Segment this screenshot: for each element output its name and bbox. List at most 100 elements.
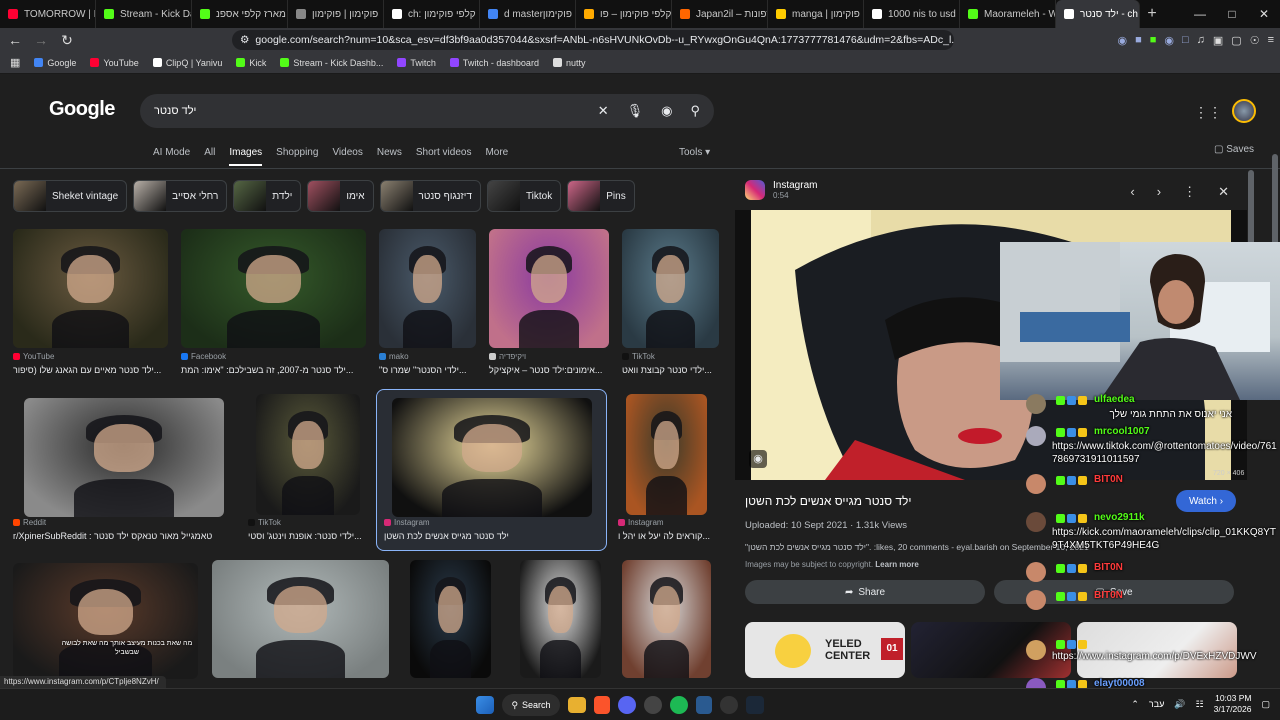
preview-title[interactable]: ילד סנטר מגייס אנשים לכת השטן — [745, 494, 912, 508]
chat-username[interactable]: ulfaedea — [1094, 394, 1135, 405]
new-tab-button[interactable]: + — [1140, 5, 1164, 23]
browser-tab[interactable]: TOMORROW | In — [0, 0, 96, 28]
maximize-icon[interactable]: □ — [1216, 7, 1248, 21]
bookmark-item[interactable]: Twitch — [397, 58, 436, 68]
browser-tab[interactable]: manga | פוקימון — [768, 0, 864, 28]
saves-button[interactable]: ▢ Saves — [1214, 144, 1254, 155]
related-thumb-pop[interactable]: YELED CENTER 01 — [745, 622, 905, 678]
browser-tab[interactable]: קלפי פוקימון – פו — [576, 0, 672, 28]
related-thumb[interactable] — [911, 622, 1071, 678]
google-apps-icon[interactable]: ⋮⋮ — [1194, 104, 1222, 121]
result-caption[interactable]: Instagram קוראים לה יעל או יהל ו... — [618, 518, 723, 541]
filter-tab[interactable]: All — [204, 147, 215, 166]
filter-tab[interactable]: More — [485, 147, 508, 166]
filter-tab[interactable]: Videos — [332, 147, 362, 166]
sidebar-icon[interactable]: ▣ — [1213, 34, 1223, 47]
image-result[interactable] — [410, 560, 491, 678]
app-icon[interactable] — [644, 696, 662, 714]
search-box[interactable]: ילד סנטר ✕ 🎙 ◉ ⚲ — [140, 94, 714, 128]
minimize-icon[interactable]: — — [1184, 7, 1216, 21]
refinement-chip[interactable]: דיזנגוף סנטר — [379, 180, 481, 212]
share-button[interactable]: ➦ Share — [745, 580, 985, 604]
bookmark-item[interactable]: Google — [34, 58, 76, 68]
refinement-chip[interactable]: רחלי אסייב — [133, 180, 228, 212]
refinement-chip[interactable]: Pins — [567, 180, 635, 212]
result-caption[interactable]: TikTok ילדי סנטר: אופנת וינטג' וסטי... — [248, 518, 368, 541]
prev-icon[interactable]: ‹ — [1130, 184, 1134, 200]
address-bar[interactable]: ⚙ google.com/search?num=10&sca_esv=df3bf… — [232, 30, 954, 50]
chat-username[interactable]: nevo2911k — [1094, 512, 1145, 523]
search-query[interactable]: ילד סנטר — [154, 105, 196, 117]
filter-tab[interactable]: AI Mode — [153, 147, 190, 166]
browser-tab[interactable]: Stream - Kick Da — [96, 0, 192, 28]
obs-icon[interactable] — [720, 696, 738, 714]
lens-search-icon[interactable]: ◉ — [749, 450, 767, 468]
google-logo[interactable]: Google — [49, 98, 115, 121]
network-icon[interactable]: ☷ — [1196, 699, 1204, 710]
image-result[interactable] — [181, 229, 366, 348]
image-result[interactable] — [520, 560, 601, 678]
music-icon[interactable]: ♫ — [1197, 34, 1205, 47]
shield-icon[interactable]: ☉ — [1250, 34, 1260, 47]
chat-username[interactable]: BIT0N — [1094, 590, 1123, 601]
spotify-icon[interactable] — [670, 696, 688, 714]
image-result[interactable] — [626, 394, 707, 515]
image-result[interactable] — [622, 229, 719, 348]
extension-icon[interactable]: ■ — [1150, 34, 1157, 47]
close-icon[interactable]: ✕ — [1218, 184, 1229, 200]
refinement-chip[interactable]: Sheket vintage — [13, 180, 128, 212]
image-result[interactable] — [13, 229, 168, 348]
extension-icon[interactable]: ◉ — [1164, 34, 1174, 47]
chevron-up-icon[interactable]: ⌃ — [1131, 699, 1139, 710]
chat-username[interactable]: BIT0N — [1094, 474, 1123, 485]
chat-username[interactable]: mrcool1007 — [1094, 426, 1150, 437]
tools-button[interactable]: Tools ▾ — [679, 147, 710, 158]
brave-icon[interactable] — [594, 696, 610, 714]
image-result[interactable] — [13, 563, 198, 679]
browser-tab[interactable]: ch: קלפי פוקימון — [384, 0, 480, 28]
app-icon[interactable] — [696, 696, 712, 714]
filter-tab[interactable]: Shopping — [276, 147, 318, 166]
lens-icon[interactable]: ◉ — [661, 103, 672, 119]
clock[interactable]: 10:03 PM 3/17/2026 — [1214, 693, 1252, 715]
menu-icon[interactable]: ≡ — [1268, 34, 1274, 47]
reload-icon[interactable]: ↻ — [58, 32, 76, 49]
result-caption[interactable]: Reddit r/XpinerSubReddit : טאמגייל מאור ט… — [13, 518, 223, 541]
mic-icon[interactable]: 🎙 — [627, 103, 644, 119]
extension-icon[interactable]: □ — [1182, 34, 1189, 47]
filter-tab[interactable]: Images — [229, 147, 263, 166]
extension-icon[interactable]: ◉ — [1117, 34, 1127, 47]
bookmark-item[interactable]: nutty — [552, 58, 585, 68]
result-caption[interactable]: ויקיפדיה אימונים:ילד סנטר – איקציקל... — [489, 352, 609, 375]
volume-icon[interactable]: 🔊 — [1174, 699, 1185, 710]
forward-icon[interactable]: → — [32, 32, 50, 48]
search-icon[interactable]: ⚲ — [690, 103, 700, 119]
more-options-icon[interactable]: ⋮ — [1183, 184, 1196, 200]
result-caption[interactable]: Facebook ילד סנטר מ-2007, זה בשבילכם: "אי… — [181, 352, 366, 375]
bookmark-item[interactable]: Stream - Kick Dashb... — [280, 58, 383, 68]
browser-tab[interactable]: Japan2il – ספונות — [672, 0, 768, 28]
watch-button[interactable]: Watch › — [1176, 490, 1236, 512]
back-icon[interactable]: ← — [6, 32, 24, 48]
bookmark-item[interactable]: YouTube — [90, 58, 139, 68]
bookmark-item[interactable]: ClipQ | Yanivu — [152, 58, 222, 68]
discord-icon[interactable] — [618, 696, 636, 714]
bookmark-item[interactable]: Twitch - dashboard — [449, 58, 539, 68]
filter-tab[interactable]: News — [377, 147, 402, 166]
notification-icon[interactable]: ▢ — [1261, 699, 1270, 710]
page-scrollbar[interactable] — [1272, 154, 1278, 254]
clear-icon[interactable]: ✕ — [598, 103, 609, 119]
image-result[interactable] — [379, 229, 476, 348]
result-caption[interactable]: TikTok ילדי סנטר קבוצת וואט... — [622, 352, 719, 375]
result-caption[interactable]: mako "ילדי הסנטר" שמרו ס... — [379, 352, 476, 375]
browser-tab[interactable]: d masterן | פוקימון — [480, 0, 576, 28]
refinement-chip[interactable]: Tiktok — [486, 180, 562, 212]
language-indicator[interactable]: עבר — [1149, 699, 1164, 709]
result-caption[interactable]: YouTube ילד סנטר מאיים עם הגאנג שלו (סיפו… — [13, 352, 168, 375]
browser-tab[interactable]: 1000 nis to usd - — [864, 0, 960, 28]
image-result[interactable] — [622, 560, 711, 678]
browser-tab[interactable]: פוקימון | פוקימון — [288, 0, 384, 28]
taskbar-search[interactable]: ⚲ Search — [502, 694, 560, 716]
bookmark-item[interactable]: Kick — [236, 58, 266, 68]
wallet-icon[interactable]: ▢ — [1231, 34, 1241, 47]
